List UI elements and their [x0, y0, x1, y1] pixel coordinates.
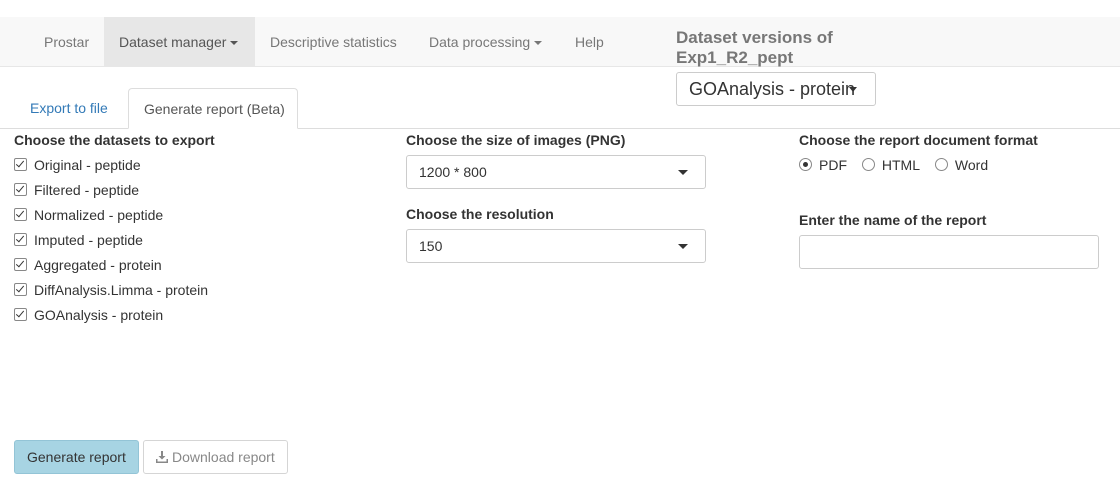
- checkbox-checked-icon[interactable]: [14, 208, 27, 221]
- navbar: Prostar Dataset manager Descriptive stat…: [0, 17, 1120, 67]
- report-format-radio-group: PDF HTML Word: [799, 155, 999, 175]
- dataset-versions-title-line1: Dataset versions of: [676, 28, 833, 47]
- format-option-label: PDF: [819, 157, 847, 173]
- checkbox-checked-icon[interactable]: [14, 233, 27, 246]
- tab-generate-report[interactable]: Generate report (Beta): [128, 88, 298, 129]
- dataset-checkbox-goanalysis[interactable]: GOAnalysis - protein: [14, 305, 163, 325]
- resolution-select[interactable]: 150: [406, 229, 706, 263]
- image-size-value: 1200 * 800: [419, 164, 487, 180]
- tab-export-to-file[interactable]: Export to file: [15, 88, 123, 129]
- dataset-label: Normalized - peptide: [34, 207, 164, 223]
- dataset-label: Filtered - peptide: [34, 182, 140, 198]
- image-size-select[interactable]: 1200 * 800: [406, 155, 706, 189]
- nav-prostar[interactable]: Prostar: [29, 17, 104, 67]
- chevron-down-icon: [678, 170, 688, 175]
- nav-descriptive-statistics-label: Descriptive statistics: [270, 34, 397, 50]
- dataset-checkbox-aggregated[interactable]: Aggregated - protein: [14, 255, 162, 275]
- nav-dataset-manager[interactable]: Dataset manager: [104, 17, 255, 67]
- dataset-checkbox-normalized[interactable]: Normalized - peptide: [14, 205, 163, 225]
- checkbox-checked-icon[interactable]: [14, 283, 27, 296]
- chevron-down-icon: [678, 244, 688, 249]
- nav-dataset-manager-label: Dataset manager: [119, 34, 227, 50]
- format-option-word[interactable]: Word: [934, 155, 989, 175]
- generate-report-button[interactable]: Generate report: [14, 440, 139, 474]
- checkbox-checked-icon[interactable]: [14, 308, 27, 321]
- chevron-down-icon: [534, 41, 543, 46]
- dataset-versions-title-line2: Exp1_R2_pept: [676, 48, 794, 67]
- radio-selected-icon[interactable]: [799, 158, 812, 171]
- datasets-label: Choose the datasets to export: [14, 132, 215, 148]
- download-icon: [156, 451, 168, 463]
- nav-descriptive-statistics[interactable]: Descriptive statistics: [255, 17, 412, 67]
- format-option-html[interactable]: HTML: [861, 155, 921, 175]
- checkbox-checked-icon[interactable]: [14, 258, 27, 271]
- image-size-label: Choose the size of images (PNG): [406, 132, 626, 148]
- tab-export-to-file-label: Export to file: [30, 100, 108, 116]
- nav-help[interactable]: Help: [560, 17, 619, 67]
- report-name-input[interactable]: [799, 235, 1099, 269]
- dataset-label: Imputed - peptide: [34, 232, 143, 248]
- nav-data-processing-label: Data processing: [429, 34, 531, 50]
- nav-prostar-label: Prostar: [44, 34, 90, 50]
- dataset-label: GOAnalysis - protein: [34, 307, 164, 323]
- radio-unselected-icon[interactable]: [934, 158, 948, 171]
- checkbox-checked-icon[interactable]: [14, 158, 27, 171]
- generate-report-button-label: Generate report: [27, 449, 126, 465]
- dataset-checkbox-original[interactable]: Original - peptide: [14, 155, 141, 175]
- report-format-label: Choose the report document format: [799, 132, 1038, 148]
- dataset-checkbox-imputed[interactable]: Imputed - peptide: [14, 230, 143, 250]
- dataset-label: DiffAnalysis.Limma - protein: [34, 282, 209, 298]
- dataset-checkbox-filtered[interactable]: Filtered - peptide: [14, 180, 139, 200]
- chevron-down-icon: [849, 87, 857, 92]
- dataset-label: Aggregated - protein: [34, 257, 162, 273]
- dataset-label: Original - peptide: [34, 157, 141, 173]
- format-option-label: HTML: [881, 157, 921, 173]
- resolution-label: Choose the resolution: [406, 206, 554, 222]
- nav-help-label: Help: [575, 34, 604, 50]
- dataset-version-value: GOAnalysis - protein: [689, 79, 856, 99]
- checkbox-checked-icon[interactable]: [14, 183, 27, 196]
- chevron-down-icon: [230, 41, 239, 46]
- dataset-version-select[interactable]: GOAnalysis - protein: [676, 72, 876, 106]
- radio-unselected-icon[interactable]: [861, 158, 875, 171]
- download-report-button[interactable]: Download report: [143, 440, 288, 474]
- tab-generate-report-label: Generate report (Beta): [144, 101, 285, 117]
- dataset-versions-title: Dataset versions of Exp1_R2_pept: [676, 28, 876, 68]
- download-report-button-label: Download report: [172, 449, 275, 465]
- format-option-pdf[interactable]: PDF: [799, 155, 847, 175]
- dataset-checkbox-diffanalysis[interactable]: DiffAnalysis.Limma - protein: [14, 280, 208, 300]
- resolution-value: 150: [419, 238, 443, 254]
- report-name-label: Enter the name of the report: [799, 212, 987, 228]
- nav-data-processing[interactable]: Data processing: [414, 17, 557, 67]
- format-option-label: Word: [954, 157, 989, 173]
